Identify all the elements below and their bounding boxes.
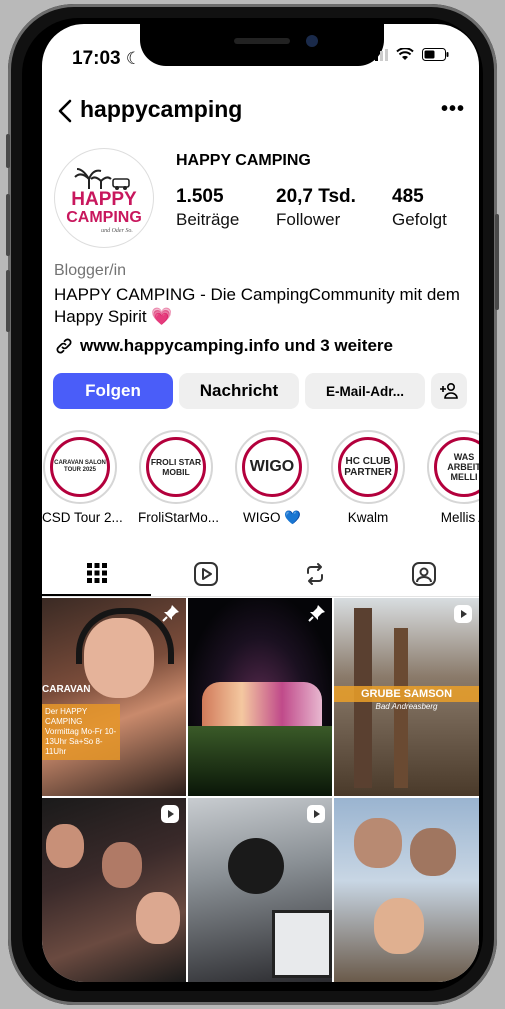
avatar[interactable]: HAPPY CAMPING und Oder So. <box>54 148 154 248</box>
stat-followers-label: Follower <box>276 210 341 229</box>
wifi-icon <box>396 48 414 60</box>
highlight-cover: CARAVAN SALON TOUR 2025 <box>50 437 110 497</box>
reel-icon <box>454 605 472 623</box>
highlight-mellis[interactable]: WAS ARBEIT MELLI Mellis A <box>426 430 479 525</box>
highlight-caption: Kwalm <box>347 510 389 525</box>
tab-reposts[interactable] <box>260 552 369 596</box>
reel-icon <box>161 805 179 823</box>
display-name: HAPPY CAMPING <box>176 152 311 169</box>
stat-posts[interactable]: 1.505 Beiträge <box>176 186 239 230</box>
profile-category: Blogger/in <box>54 262 127 279</box>
post-overlay-title: CARAVAN <box>42 684 91 695</box>
link-icon <box>56 338 72 354</box>
highlight-cover: WIGO <box>242 437 302 497</box>
email-button[interactable]: E-Mail-Adr... <box>305 373 425 409</box>
highlight-cover: WAS ARBEIT MELLI <box>434 437 479 497</box>
tab-tagged[interactable] <box>369 552 478 596</box>
post-photo-face <box>102 842 142 888</box>
highlight-caption: CSD Tour 2... <box>42 510 123 525</box>
post-overlay-caption: Der HAPPY CAMPING Vormittag Mo-Fr 10-13U… <box>42 704 120 760</box>
status-icons <box>370 48 449 61</box>
power-button <box>495 214 499 310</box>
post-photo-face <box>410 828 456 876</box>
post-photo-face <box>46 824 84 868</box>
highlight-cover: HC CLUB PARTNER <box>338 437 398 497</box>
microphone-shape <box>228 838 284 894</box>
volume-down-button <box>6 270 10 332</box>
profile-bio: HAPPY CAMPING - Die CampingCommunity mit… <box>54 285 460 326</box>
laptop-shape <box>272 910 332 978</box>
highlight-wigo[interactable]: WIGO WIGO 💙 <box>234 430 310 526</box>
logo-text-tagline: und Oder So. <box>101 228 133 234</box>
post-thumbnail[interactable] <box>188 598 332 796</box>
logo-text-happy: HAPPY <box>71 189 137 210</box>
post-grid: CARAVAN Der HAPPY CAMPING Vormittag Mo-F… <box>42 598 479 982</box>
post-thumbnail[interactable]: CARAVAN Der HAPPY CAMPING Vormittag Mo-F… <box>42 598 186 796</box>
post-overlay-title: GRUBE SAMSON <box>334 686 479 702</box>
more-options-icon[interactable]: ••• <box>441 98 465 121</box>
pin-icon <box>162 605 179 622</box>
add-person-button[interactable] <box>431 373 467 409</box>
stat-followers[interactable]: 20,7 Tsd. Follower <box>276 186 356 230</box>
front-camera <box>306 35 318 47</box>
mute-switch <box>6 134 10 168</box>
repost-icon <box>306 563 323 585</box>
tab-grid[interactable] <box>42 552 151 596</box>
post-thumbnail[interactable] <box>188 798 332 982</box>
post-photo-face <box>354 818 402 868</box>
post-thumbnail[interactable]: GRUBE SAMSON Bad Andreasberg <box>334 598 479 796</box>
status-time: 17:03 ☾ <box>72 48 141 70</box>
stat-followers-value: 20,7 Tsd. <box>276 186 356 207</box>
highlight-kwalm[interactable]: HC CLUB PARTNER Kwalm <box>330 430 406 525</box>
headphones-shape <box>76 608 174 664</box>
message-button[interactable]: Nachricht <box>179 373 299 409</box>
post-overlay-caption: Bad Andreasberg <box>375 702 438 711</box>
content-tabs <box>42 552 479 597</box>
post-photo-face <box>136 892 180 944</box>
profile-link[interactable]: www.happycamping.info und 3 weitere <box>54 336 393 356</box>
stat-following-value: 485 <box>392 186 424 207</box>
highlight-caption: FroliStarMo... <box>138 510 220 525</box>
stat-following-label: Gefolgt <box>392 210 447 229</box>
notch <box>140 24 384 66</box>
follow-button[interactable]: Folgen <box>53 373 173 409</box>
grid-icon <box>86 563 107 583</box>
post-thumbnail[interactable] <box>334 798 479 982</box>
reels-icon <box>193 562 218 586</box>
moon-icon: ☾ <box>125 49 142 68</box>
screen: 17:03 ☾ happycamping ••• HAPPY CAMPING u… <box>42 24 479 982</box>
speaker <box>234 38 290 44</box>
back-arrow-icon[interactable] <box>52 96 82 126</box>
battery-icon <box>422 48 449 61</box>
highlight-ring: WIGO <box>235 430 309 504</box>
stat-posts-label: Beiträge <box>176 210 240 229</box>
tagged-person-icon <box>411 562 436 586</box>
pin-icon <box>308 605 325 622</box>
highlight-ring: HC CLUB PARTNER <box>331 430 405 504</box>
logo-text-camping: CAMPING <box>66 209 142 226</box>
happy-camping-logo: HAPPY CAMPING und Oder So. <box>66 168 142 234</box>
grass-shape <box>188 726 332 796</box>
highlight-ring: FROLI STAR MOBIL <box>139 430 213 504</box>
post-photo-face <box>374 898 424 954</box>
post-thumbnail[interactable] <box>42 798 186 982</box>
highlight-ring: WAS ARBEIT MELLI <box>427 430 479 504</box>
highlight-froli-star[interactable]: FROLI STAR MOBIL FroliStarMo... <box>138 430 220 525</box>
highlight-cover: FROLI STAR MOBIL <box>146 437 206 497</box>
volume-up-button <box>6 194 10 256</box>
lit-tent-shape <box>202 682 322 726</box>
highlight-ring: CARAVAN SALON TOUR 2025 <box>43 430 117 504</box>
highlight-caption: Mellis A <box>440 510 479 525</box>
stat-following[interactable]: 485 Gefolgt <box>392 186 447 230</box>
profile-username: happycamping <box>80 96 243 122</box>
signal-icon <box>370 48 388 61</box>
tab-reels[interactable] <box>151 552 260 596</box>
highlight-caption: WIGO 💙 <box>242 510 302 525</box>
clock: 17:03 <box>72 48 121 69</box>
stat-posts-value: 1.505 <box>176 186 224 207</box>
profile-link-text: www.happycamping.info und 3 weitere <box>80 336 393 355</box>
add-person-icon <box>440 382 458 399</box>
reel-icon <box>307 805 325 823</box>
highlight-csd-tour[interactable]: CARAVAN SALON TOUR 2025 CSD Tour 2... <box>42 430 123 525</box>
